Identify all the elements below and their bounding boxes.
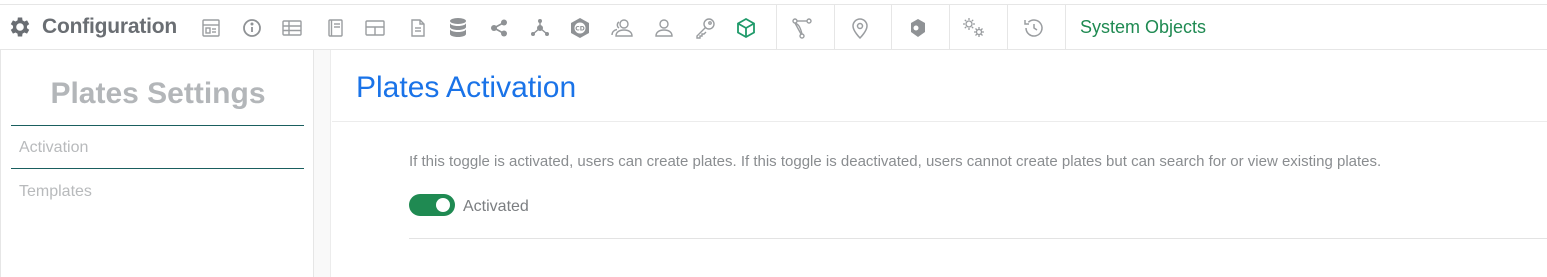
system-objects-link[interactable]: System Objects [1080, 17, 1206, 38]
plugin-icon[interactable] [905, 15, 931, 41]
sidebar-title: Plates Settings [50, 77, 266, 110]
top-toolbar: Configuration CD System Objects [0, 4, 1547, 50]
toolbar-divider [1065, 5, 1066, 49]
toolbar-divider [949, 5, 950, 49]
table-icon[interactable] [279, 15, 305, 41]
database-icon[interactable] [445, 15, 471, 41]
app-title: Configuration [42, 15, 178, 38]
panel-gutter [314, 50, 331, 277]
workflow-icon[interactable] [789, 15, 815, 41]
info-icon[interactable] [239, 15, 265, 41]
share-icon[interactable] [486, 15, 512, 41]
dashboard-icon[interactable] [198, 15, 224, 41]
sidebar-item-templates[interactable]: Templates [19, 183, 92, 201]
book-icon[interactable] [322, 15, 348, 41]
toolbar-divider [1007, 5, 1008, 49]
sidebar-item-activation[interactable]: Activation [19, 139, 88, 157]
history-icon[interactable] [1021, 15, 1047, 41]
sidebar-divider [11, 168, 304, 169]
sidebar-divider [11, 125, 304, 126]
toggle-label: Activated [463, 198, 529, 215]
section-divider [409, 238, 1547, 239]
page-title: Plates Activation [356, 71, 577, 104]
activation-description: If this toggle is activated, users can c… [409, 153, 1382, 170]
group-icon[interactable] [609, 15, 635, 41]
page: Configuration CD System Objects Plates S… [0, 0, 1547, 277]
network-icon[interactable] [527, 15, 553, 41]
sidebar: Plates Settings Activation Templates [0, 50, 314, 277]
gear-icon [6, 13, 34, 41]
toolbar-divider [891, 5, 892, 49]
toolbar-divider [776, 5, 777, 49]
key-icon[interactable] [692, 15, 718, 41]
document-icon[interactable] [405, 15, 431, 41]
title-divider [332, 121, 1547, 122]
toolbar-divider [834, 5, 835, 49]
location-icon[interactable] [847, 15, 873, 41]
app-brand[interactable]: Configuration [6, 5, 177, 49]
cube-icon[interactable] [733, 15, 759, 41]
toggle-knob [436, 198, 450, 212]
user-icon[interactable] [651, 15, 677, 41]
cd-icon[interactable]: CD [567, 15, 593, 41]
layout-icon[interactable] [362, 15, 388, 41]
gears-icon[interactable] [961, 15, 987, 41]
svg-text:CD: CD [575, 26, 584, 33]
activation-toggle[interactable] [409, 194, 455, 216]
